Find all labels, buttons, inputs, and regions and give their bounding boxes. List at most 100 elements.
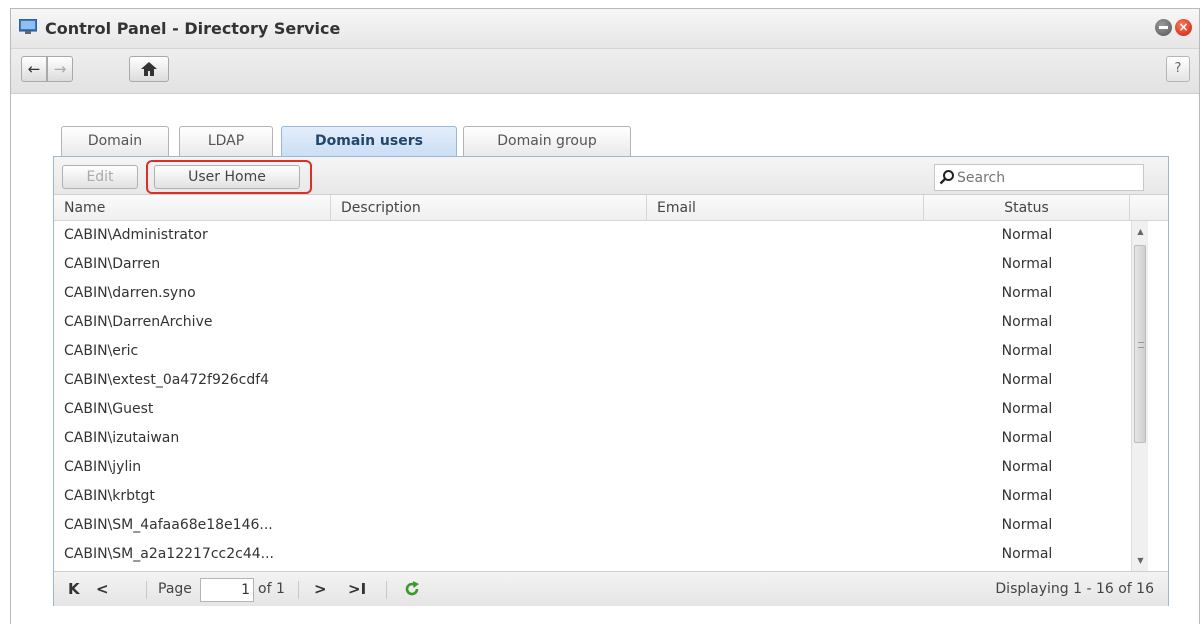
cell-status: Normal [1001,285,1053,301]
prev-page-icon[interactable]: < [96,580,109,598]
cell-description [331,453,647,482]
home-icon [141,62,157,76]
table-row[interactable]: CABIN\krbtgt Normal [54,482,1130,511]
cell-email [647,482,924,511]
forward-arrow-icon: → [53,60,67,78]
cell-email [647,424,924,453]
last-page-icon[interactable]: >I [348,580,366,598]
cell-description [331,511,647,540]
cell-description [331,250,647,279]
edit-button[interactable]: Edit [62,165,138,189]
cell-name: CABIN\izutaiwan [64,430,180,446]
cell-description [331,279,647,308]
user-table-body: CABIN\Administrator Normal CABIN\Darren Nor… [54,221,1130,571]
cell-description [331,337,647,366]
refresh-icon[interactable] [404,581,420,597]
cell-description [331,308,647,337]
cell-email [647,250,924,279]
table-header: Name Description Email Status [54,195,1168,221]
cell-description [331,424,647,453]
cell-description [331,482,647,511]
window-title: Control Panel - Directory Service [45,19,341,38]
tab-domain-group[interactable]: Domain group [463,126,631,156]
page-label: Page [158,581,192,597]
back-button[interactable]: ← [21,56,47,82]
cell-status: Normal [1001,372,1053,388]
cell-status: Normal [1001,314,1053,330]
cell-description [331,395,647,424]
cell-status: Normal [1001,488,1053,504]
table-row[interactable]: CABIN\izutaiwan Normal [54,424,1130,453]
cell-email [647,366,924,395]
cell-name: CABIN\SM_a2a12217cc2c44... [64,546,275,562]
cell-name: CABIN\darren.syno [64,285,196,301]
scroll-up-icon[interactable]: ▲ [1132,223,1149,240]
search-input[interactable] [957,167,1141,188]
pager-divider [298,581,299,599]
control-panel-window: Control Panel - Directory Service × ← → … [10,8,1200,625]
home-button[interactable] [129,56,169,82]
tab-ldap[interactable]: LDAP [179,126,273,156]
table-row[interactable]: CABIN\Guest Normal [54,395,1130,424]
column-header-email[interactable]: Email [647,195,924,221]
cell-name: CABIN\Guest [64,401,154,417]
cell-name: CABIN\DarrenArchive [64,314,213,330]
cell-status: Normal [1001,227,1053,243]
table-row[interactable]: CABIN\SM_4afaa68e18e146... Normal [54,511,1130,540]
scroll-down-icon[interactable]: ▼ [1132,552,1149,569]
help-button[interactable]: ? [1166,56,1190,82]
back-arrow-icon: ← [27,60,41,78]
tab-domain[interactable]: Domain [61,126,169,156]
close-icon[interactable]: × [1175,19,1192,36]
cell-email [647,279,924,308]
directory-service-content: Domain LDAP Domain users Domain group Ed… [11,95,1199,625]
forward-button[interactable]: → [47,56,73,82]
pagination-bar: K < Page of 1 > >I Displaying 1 - 16 of … [54,571,1168,606]
cell-status: Normal [1001,546,1053,562]
table-row[interactable]: CABIN\Darren Normal [54,250,1130,279]
cell-email [647,453,924,482]
cell-name: CABIN\Darren [64,256,161,272]
table-row[interactable]: CABIN\DarrenArchive Normal [54,308,1130,337]
cell-email [647,395,924,424]
cell-name: CABIN\eric [64,343,139,359]
table-row[interactable]: CABIN\jylin Normal [54,453,1130,482]
cell-status: Normal [1001,401,1053,417]
cell-name: CABIN\extest_0a472f926cdf4 [64,372,270,388]
cell-status: Normal [1001,343,1053,359]
column-header-name[interactable]: Name [54,195,331,221]
table-row[interactable]: CABIN\extest_0a472f926cdf4 Normal [54,366,1130,395]
search-box[interactable] [934,164,1144,191]
cell-description [331,540,647,569]
table-row[interactable]: CABIN\SM_a2a12217cc2c44... Normal [54,540,1130,569]
title-bar: Control Panel - Directory Service × [11,9,1199,49]
minimize-icon[interactable] [1155,19,1172,36]
first-page-icon[interactable]: K [68,580,80,598]
scrollbar-thumb[interactable] [1134,245,1146,443]
column-header-status[interactable]: Status [924,195,1130,221]
cell-status: Normal [1001,256,1053,272]
cell-email [647,511,924,540]
page-number-input[interactable] [200,578,254,602]
cell-status: Normal [1001,430,1053,446]
column-header-description[interactable]: Description [331,195,647,221]
cell-name: CABIN\jylin [64,459,142,475]
next-page-icon[interactable]: > [314,580,327,598]
navigation-toolbar: ← → ? [11,49,1199,94]
cell-email [647,308,924,337]
cell-name: CABIN\Administrator [64,227,208,243]
cell-email [647,337,924,366]
page-count: of 1 [258,581,285,597]
table-row[interactable]: CABIN\Administrator Normal [54,221,1130,250]
cell-email [647,540,924,569]
cell-description [331,221,647,250]
table-row[interactable]: CABIN\darren.syno Normal [54,279,1130,308]
vertical-scrollbar[interactable]: ▲ ▼ [1131,221,1148,571]
tab-domain-users[interactable]: Domain users [281,126,457,158]
user-home-button[interactable]: User Home [154,165,300,189]
control-panel-icon [19,19,37,34]
pager-divider [146,581,147,599]
cell-email [647,221,924,250]
cell-description [331,366,647,395]
table-row[interactable]: CABIN\eric Normal [54,337,1130,366]
